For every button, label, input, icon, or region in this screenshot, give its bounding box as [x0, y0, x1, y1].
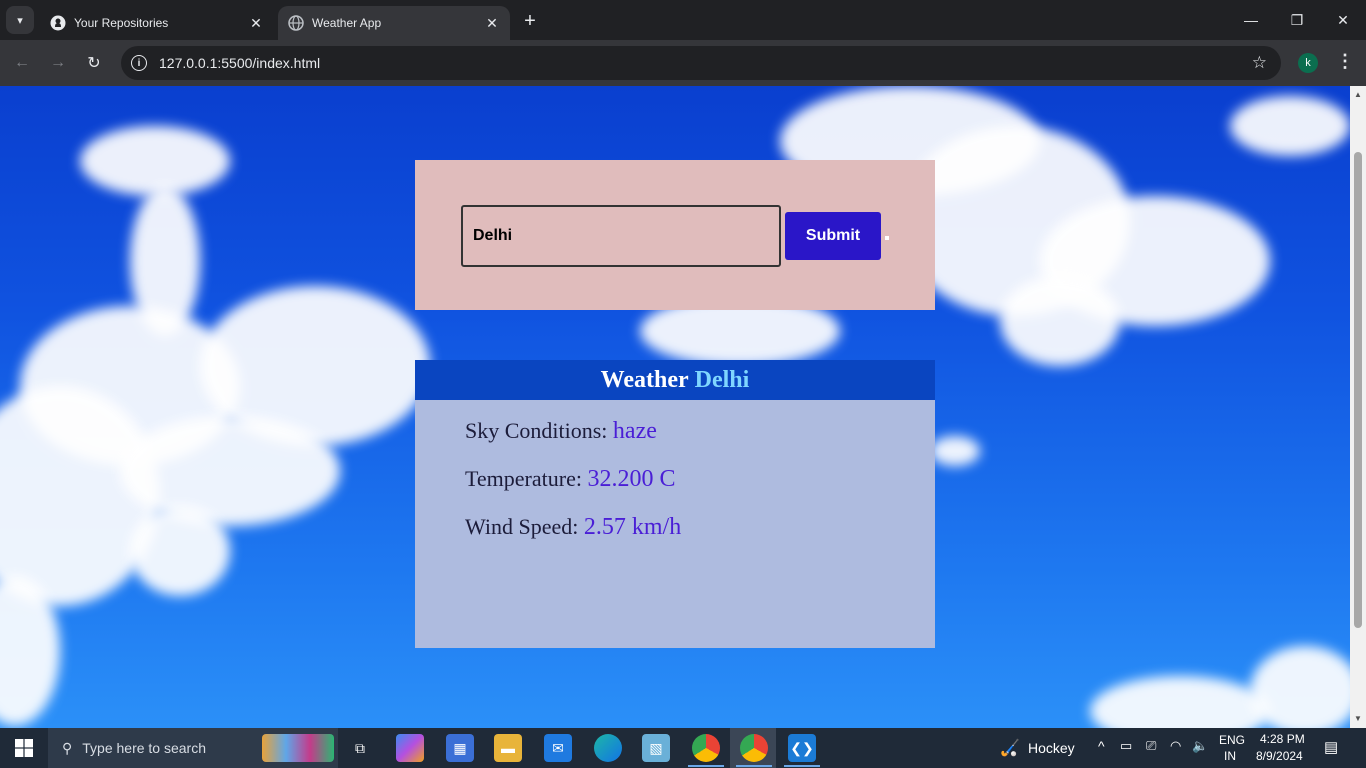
mail-icon[interactable]: ✉	[544, 734, 572, 762]
running-indicator	[784, 765, 820, 767]
minimize-button[interactable]: —	[1228, 0, 1274, 40]
taskbar: ⚲ Type here to search ⧉ ▦ ▬ ✉ ▧ ❮❯ 🏑 Hoc…	[0, 728, 1366, 768]
running-indicator	[736, 765, 772, 767]
wind-speed-value: 2.57 km/h	[583, 514, 682, 540]
profile-avatar[interactable]: k	[1298, 53, 1318, 73]
scroll-down-icon[interactable]: ▼	[1354, 714, 1362, 723]
search-icon: ⚲	[62, 739, 73, 756]
close-tab-icon[interactable]: ✕	[248, 15, 264, 31]
tab-weather-app[interactable]: Weather App ✕	[278, 6, 510, 40]
weather-widget-text[interactable]: Hockey	[1028, 740, 1075, 756]
microsoft-store-icon[interactable]: ▦	[446, 734, 474, 762]
address-bar[interactable]: i 127.0.0.1:5500/index.html ☆	[121, 46, 1281, 80]
hockey-widget-icon[interactable]: 🏑	[996, 734, 1024, 762]
scrollbar-thumb[interactable]	[1354, 152, 1362, 628]
windows-start-button[interactable]	[0, 728, 48, 768]
reload-icon[interactable]: ↻	[80, 49, 108, 77]
tab-strip: ▾ Your Repositories ✕ Weather App ✕ + — …	[0, 0, 1366, 40]
wind-speed-label: Wind Speed:	[465, 514, 579, 539]
browser-menu-icon[interactable]: ⋮	[1336, 51, 1354, 72]
file-explorer-icon[interactable]: ▬	[494, 734, 522, 762]
windows-logo-icon	[15, 739, 33, 757]
url-text: 127.0.0.1:5500/index.html	[159, 55, 321, 71]
close-tab-icon[interactable]: ✕	[484, 15, 500, 31]
tab-your-repositories[interactable]: Your Repositories ✕	[40, 6, 274, 40]
chrome-active-icon[interactable]	[740, 734, 768, 762]
weather-city: Delhi	[694, 366, 750, 393]
sky-conditions-label: Sky Conditions:	[465, 418, 608, 443]
back-arrow-icon[interactable]: ←	[8, 49, 36, 77]
sky-conditions-value: haze	[612, 418, 657, 444]
tab-search-button[interactable]: ▾	[6, 6, 34, 34]
tab-title: Your Repositories	[74, 16, 169, 30]
wind-speed-row: Wind Speed: 2.57 km/h	[465, 514, 681, 541]
edge-browser-icon[interactable]	[594, 734, 622, 762]
weather-heading: Weather	[600, 366, 689, 393]
temperature-row: Temperature: 32.200 C	[465, 466, 675, 493]
search-panel: Submit	[415, 160, 935, 310]
language-indicator[interactable]: ENG	[1219, 733, 1245, 747]
new-tab-button[interactable]: +	[518, 10, 542, 32]
region-indicator[interactable]: IN	[1224, 749, 1236, 763]
chevron-down-icon: ▾	[17, 14, 23, 27]
notes-app-icon[interactable]: ▧	[642, 734, 670, 762]
clock-date[interactable]: 8/9/2024	[1256, 749, 1303, 763]
vscode-icon[interactable]: ❮❯	[788, 734, 816, 762]
battery-icon[interactable]: ▭	[1120, 738, 1132, 754]
weather-card-header: Weather Delhi	[415, 360, 935, 400]
browser-toolbar: ← → ↻ i 127.0.0.1:5500/index.html ☆ k ⋮	[0, 40, 1366, 86]
task-view-icon[interactable]: ⧉	[346, 734, 374, 762]
city-search-input[interactable]	[461, 205, 781, 267]
forward-arrow-icon[interactable]: →	[44, 49, 72, 77]
sky-conditions-row: Sky Conditions: haze	[465, 418, 657, 445]
page-viewport: Submit Weather Delhi Sky Conditions: haz…	[0, 86, 1350, 728]
search-highlights-icon[interactable]	[262, 734, 334, 762]
weather-card: Weather Delhi Sky Conditions: haze Tempe…	[415, 360, 935, 648]
close-window-button[interactable]: ✕	[1320, 0, 1366, 40]
globe-icon	[288, 15, 304, 31]
clock-time[interactable]: 4:28 PM	[1260, 732, 1305, 746]
page-scrollbar[interactable]: ▲ ▼	[1350, 86, 1366, 728]
github-icon	[50, 15, 66, 31]
scroll-up-icon[interactable]: ▲	[1354, 90, 1362, 99]
tab-title: Weather App	[312, 16, 382, 30]
volume-icon[interactable]: 🔈	[1192, 738, 1208, 754]
site-info-icon[interactable]: i	[131, 55, 147, 71]
restore-button[interactable]: ❐	[1274, 0, 1320, 40]
temperature-value: 32.200 C	[587, 466, 676, 492]
meet-now-icon[interactable]: ⎚	[1146, 738, 1156, 754]
copilot-icon[interactable]	[396, 734, 424, 762]
wifi-icon[interactable]: ◠	[1170, 738, 1181, 754]
submit-button[interactable]: Submit	[785, 212, 881, 260]
bookmark-star-icon[interactable]: ☆	[1252, 53, 1267, 73]
chrome-profile-icon[interactable]	[692, 734, 720, 762]
taskbar-search-placeholder: Type here to search	[82, 740, 207, 756]
show-hidden-icons-icon[interactable]: ^	[1098, 738, 1105, 754]
running-indicator	[688, 765, 724, 767]
notifications-icon[interactable]: ▤	[1324, 738, 1338, 756]
decorative-dot	[885, 236, 889, 240]
temperature-label: Temperature:	[465, 466, 582, 491]
